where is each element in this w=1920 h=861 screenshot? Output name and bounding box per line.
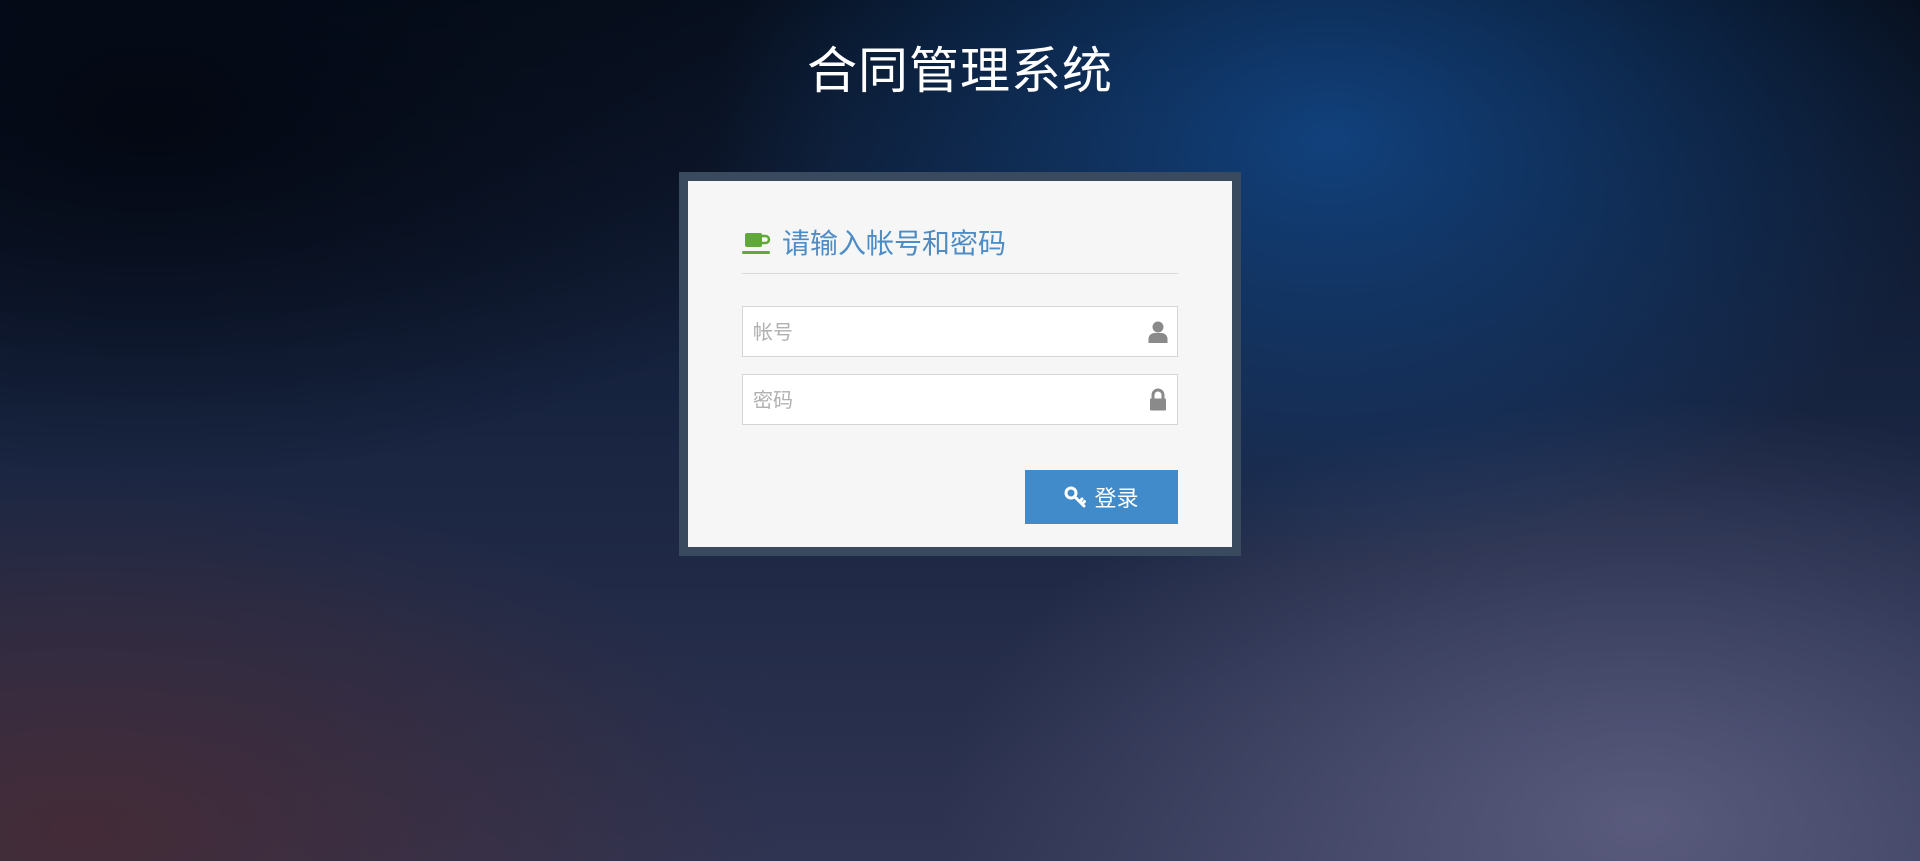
password-input[interactable] xyxy=(743,375,1177,424)
lock-icon xyxy=(1150,388,1166,411)
user-icon xyxy=(1148,321,1168,343)
login-header: 请输入帐号和密码 xyxy=(742,225,1178,274)
login-heading: 请输入帐号和密码 xyxy=(782,227,1007,260)
coffee-icon xyxy=(742,233,771,254)
username-input[interactable] xyxy=(743,307,1177,356)
key-icon xyxy=(1064,486,1087,508)
login-panel: 请输入帐号和密码 登录 xyxy=(688,181,1232,547)
username-field xyxy=(742,306,1178,357)
page-title: 合同管理系统 xyxy=(807,42,1113,100)
login-button-label: 登录 xyxy=(1094,487,1139,512)
password-field xyxy=(742,374,1178,425)
login-button[interactable]: 登录 xyxy=(1025,470,1178,524)
login-frame: 请输入帐号和密码 登录 xyxy=(679,172,1241,556)
